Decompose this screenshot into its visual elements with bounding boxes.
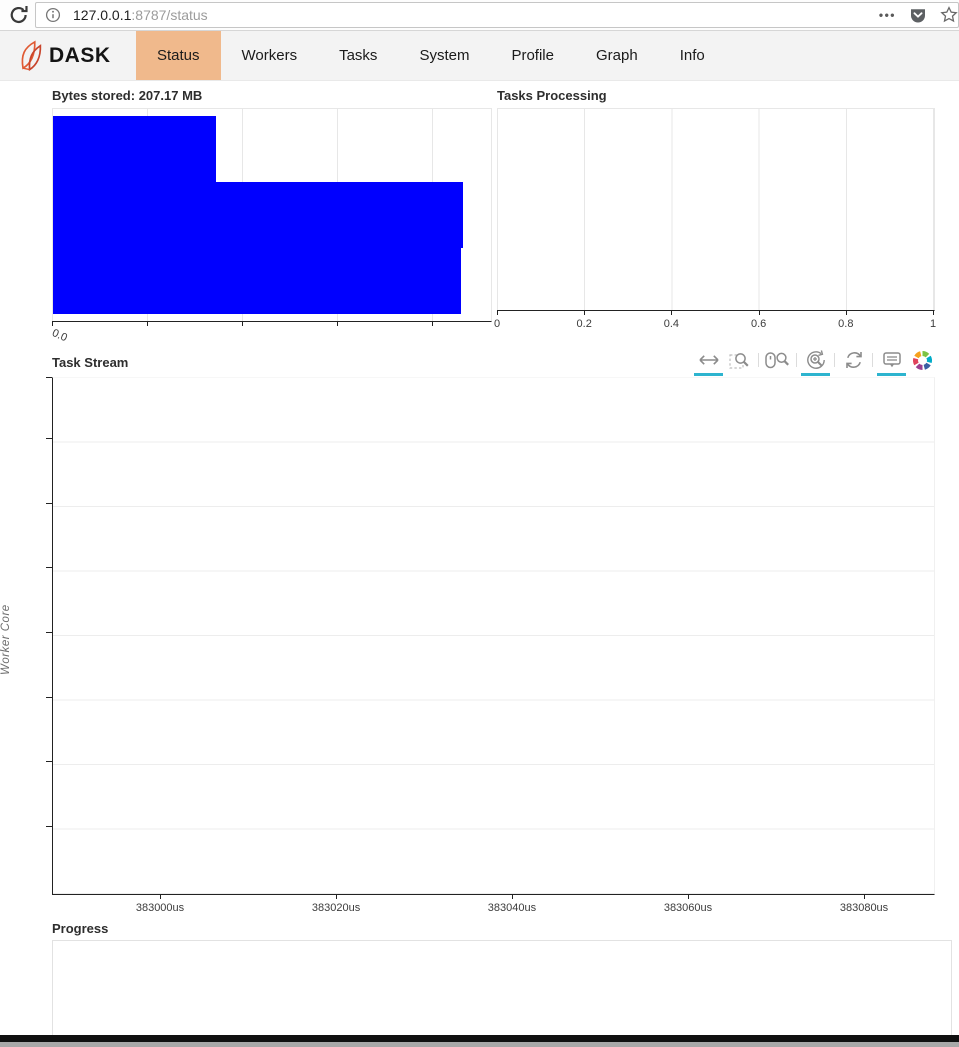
tab-info[interactable]: Info	[659, 31, 726, 80]
stored-bytes-bar	[53, 248, 461, 314]
bytes-stored-title: Bytes stored: 207.17 MB	[52, 88, 202, 103]
site-info-icon[interactable]	[45, 7, 61, 23]
nav-tabs: StatusWorkersTasksSystemProfileGraphInfo	[136, 31, 726, 80]
axis-tick	[46, 438, 52, 439]
box-zoom-icon	[729, 350, 750, 371]
axis-tick	[46, 826, 52, 827]
axis-tick	[497, 310, 498, 315]
url-text[interactable]: 127.0.0.1:8787/status	[73, 7, 879, 23]
bookmark-star-icon[interactable]	[940, 6, 958, 24]
axis-tick-label: 383020us	[312, 902, 360, 914]
bytes-stored-bars	[53, 116, 491, 314]
tab-system[interactable]: System	[398, 31, 490, 80]
bytes-stored-xaxis: 0.0	[52, 321, 490, 351]
hover-tooltip-icon	[882, 350, 902, 370]
hover-tool-button[interactable]	[879, 349, 904, 371]
axis-tick	[759, 310, 760, 315]
reload-button[interactable]	[8, 4, 30, 26]
url-bar[interactable]: 127.0.0.1:8787/status •••	[35, 2, 959, 28]
bokeh-toolbar	[696, 347, 935, 373]
axis-tick-label: 0	[494, 318, 500, 330]
axis-tick	[160, 894, 161, 899]
task-stream-xaxis: 383000us 383020us 383040us 383060us 383080us	[52, 894, 933, 922]
page-actions: •••	[879, 6, 958, 24]
dask-logo-text: DASK	[49, 44, 111, 68]
wheel-zoom-icon	[765, 350, 790, 370]
axis-tick-label: 0.6	[751, 318, 766, 330]
stored-bytes-bar	[53, 116, 216, 182]
wheel-zoom-tool-button[interactable]	[765, 349, 790, 371]
stored-bytes-bar	[53, 182, 463, 248]
axis-tick-label: 0.4	[664, 318, 679, 330]
browser-window: 127.0.0.1:8787/status •••	[0, 0, 959, 1047]
axis-tick-label: 383040us	[488, 902, 536, 914]
axis-tick	[688, 894, 689, 899]
task-stream-yaxis	[46, 377, 52, 893]
page-actions-menu-icon[interactable]: •••	[879, 8, 896, 22]
axis-tick	[46, 697, 52, 698]
axis-tick	[512, 894, 513, 899]
url-host: 127.0.0.1	[73, 7, 131, 23]
progress-title: Progress	[52, 921, 108, 936]
taskbar-strip	[0, 1042, 959, 1047]
box-zoom-tool-button[interactable]	[727, 349, 752, 371]
axis-tick	[46, 761, 52, 762]
axis-tick	[242, 321, 243, 326]
axis-tick	[46, 377, 52, 378]
dask-navbar: DASK StatusWorkersTasksSystemProfileGrap…	[0, 31, 959, 81]
axis-tick-label: 0.2	[577, 318, 592, 330]
axis-tick	[52, 321, 53, 326]
axis-tick	[584, 310, 585, 315]
reset-icon	[844, 350, 864, 370]
window-bottom-edge	[0, 1035, 959, 1042]
bokeh-logo-link[interactable]	[910, 349, 935, 371]
axis-tick-label: 383000us	[136, 902, 184, 914]
pocket-icon[interactable]	[909, 6, 927, 24]
toolbar-separator	[834, 353, 835, 367]
dask-logo[interactable]: DASK	[0, 31, 136, 80]
toolbar-separator	[758, 353, 759, 367]
axis-tick	[864, 894, 865, 899]
zoom-in-icon	[805, 349, 827, 371]
tab-status[interactable]: Status	[136, 31, 221, 80]
task-stream-ylabel: Worker Core	[0, 555, 18, 725]
tasks-processing-title: Tasks Processing	[497, 88, 607, 103]
axis-tick	[46, 567, 52, 568]
url-path: :8787/status	[131, 7, 207, 23]
axis-tick-label: 1	[930, 318, 936, 330]
axis-tick-label: 383060us	[664, 902, 712, 914]
task-stream-chart[interactable]	[52, 377, 935, 895]
axis-tick	[46, 503, 52, 504]
axis-tick	[46, 632, 52, 633]
browser-toolbar: 127.0.0.1:8787/status •••	[0, 0, 959, 31]
progress-chart	[52, 940, 952, 1038]
pan-icon	[698, 354, 720, 366]
pan-tool-button[interactable]	[696, 349, 721, 371]
reload-icon	[8, 4, 30, 26]
reset-tool-button[interactable]	[841, 349, 866, 371]
axis-tick-label: 0.8	[838, 318, 853, 330]
axis-tick	[846, 310, 847, 315]
bokeh-logo-icon	[912, 350, 933, 371]
tasks-processing-chart	[497, 108, 935, 311]
bytes-stored-chart	[52, 108, 492, 322]
tab-tasks[interactable]: Tasks	[318, 31, 398, 80]
axis-tick	[336, 894, 337, 899]
toolbar-separator	[872, 353, 873, 367]
toolbar-separator	[796, 353, 797, 367]
axis-tick	[671, 310, 672, 315]
axis-tick	[432, 321, 433, 326]
tab-profile[interactable]: Profile	[490, 31, 575, 80]
tab-workers[interactable]: Workers	[221, 31, 319, 80]
task-stream-title: Task Stream	[52, 355, 128, 370]
axis-tick-label: 0.0	[50, 327, 69, 344]
axis-tick-label: 383080us	[840, 902, 888, 914]
dask-leaf-icon	[16, 39, 46, 73]
tasks-processing-xaxis: 0 0.2 0.4 0.6 0.8 1	[497, 310, 933, 336]
axis-tick	[337, 321, 338, 326]
axis-tick	[933, 310, 934, 315]
zoom-in-tool-button[interactable]	[803, 349, 828, 371]
tab-graph[interactable]: Graph	[575, 31, 659, 80]
axis-tick	[147, 321, 148, 326]
